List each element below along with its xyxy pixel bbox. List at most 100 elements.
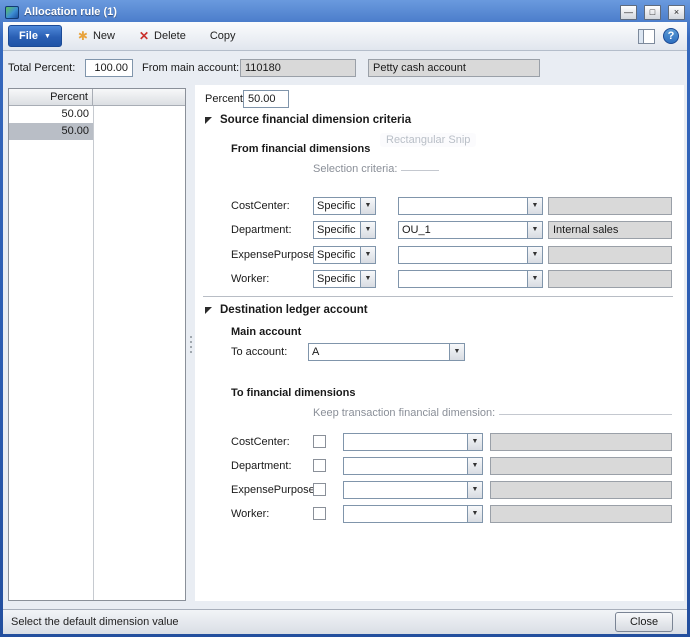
delete-button-label: Delete — [154, 30, 186, 42]
content-area: Total Percent: 100.00 From main account:… — [3, 51, 687, 609]
source-dim-label: Department: — [231, 221, 292, 239]
grid-cell-blank[interactable] — [93, 123, 185, 140]
minimize-button[interactable]: — — [620, 5, 637, 20]
close-window-button[interactable]: × — [668, 5, 685, 20]
keep-dimension-checkbox[interactable] — [313, 507, 326, 520]
new-icon: ✱ — [78, 30, 88, 42]
chevron-down-icon[interactable]: ▼ — [527, 247, 542, 263]
source-criteria-select[interactable]: Specific ▼ — [313, 197, 376, 215]
source-criteria-select[interactable]: Specific ▼ — [313, 221, 376, 239]
app-body: File ▼ ✱ New ✕ Delete Copy ? Total Perce… — [3, 22, 687, 634]
chevron-down-icon[interactable]: ▼ — [360, 271, 375, 287]
source-display-field — [548, 197, 672, 215]
copy-button-label: Copy — [210, 30, 236, 42]
keep-dimension-checkbox[interactable] — [313, 435, 326, 448]
dest-dim-label: Worker: — [231, 505, 269, 523]
keep-dimension-checkbox[interactable] — [313, 483, 326, 496]
source-value-combo[interactable]: ▼ — [398, 270, 543, 288]
dest-display-field — [490, 457, 672, 475]
grid-column-header-percent[interactable]: Percent — [9, 89, 93, 106]
source-display-field: Internal sales — [548, 221, 672, 239]
source-dim-label: ExpensePurpose: — [231, 246, 318, 264]
chevron-down-icon[interactable]: ▼ — [449, 344, 464, 360]
dest-display-field — [490, 433, 672, 451]
chevron-down-icon[interactable]: ▼ — [527, 271, 542, 287]
selection-criteria-label: Selection criteria: — [313, 163, 397, 175]
toolbar: File ▼ ✱ New ✕ Delete Copy ? — [3, 22, 687, 51]
grid-column-divider — [93, 106, 94, 600]
total-percent-label: Total Percent: — [8, 59, 75, 77]
collapse-triangle-icon — [205, 307, 212, 314]
title-bar: Allocation rule (1) — □ × — [3, 2, 687, 22]
selection-criteria-group: Selection criteria: — [313, 157, 439, 175]
percent-label: Percent: — [205, 90, 246, 108]
window-title: Allocation rule (1) — [24, 6, 613, 18]
source-section-title: Source financial dimension criteria — [220, 114, 411, 126]
source-display-field — [548, 246, 672, 264]
dest-value-combo[interactable]: ▼ — [343, 505, 483, 523]
source-dim-label: CostCenter: — [231, 197, 290, 215]
panel-splitter[interactable] — [187, 88, 194, 601]
delete-button[interactable]: ✕ Delete — [131, 24, 194, 48]
grid-header: Percent — [9, 89, 185, 106]
chevron-down-icon[interactable]: ▼ — [360, 247, 375, 263]
to-financial-dimensions-label: To financial dimensions — [231, 384, 355, 402]
new-button-label: New — [93, 30, 115, 42]
percent-grid: Percent 50.00 50.00 — [8, 88, 186, 601]
status-bar: Select the default dimension value Close — [3, 609, 687, 634]
keep-transaction-group: Keep transaction financial dimension: — [313, 401, 672, 419]
to-account-label: To account: — [231, 343, 287, 361]
delete-icon: ✕ — [139, 30, 149, 42]
percent-field[interactable]: 50.00 — [243, 90, 289, 108]
source-section-header[interactable]: Source financial dimension criteria — [205, 114, 411, 126]
chevron-down-icon[interactable]: ▼ — [467, 458, 482, 474]
layout-icon[interactable] — [638, 29, 655, 44]
chevron-down-icon[interactable]: ▼ — [527, 198, 542, 214]
grid-cell-percent[interactable]: 50.00 — [9, 123, 93, 140]
to-account-combo[interactable]: A ▼ — [308, 343, 465, 361]
copy-button[interactable]: Copy — [202, 24, 244, 48]
dest-value-combo[interactable]: ▼ — [343, 457, 483, 475]
source-value-combo[interactable]: ▼ — [398, 246, 543, 264]
chevron-down-icon[interactable]: ▼ — [527, 222, 542, 238]
chevron-down-icon[interactable]: ▼ — [467, 506, 482, 522]
from-main-account-field: 110180 — [240, 59, 356, 77]
source-dim-label: Worker: — [231, 270, 269, 288]
destination-section-header[interactable]: Destination ledger account — [205, 304, 368, 316]
snip-watermark: Rectangular Snip — [380, 133, 476, 147]
dest-display-field — [490, 481, 672, 499]
toolbar-right: ? — [638, 28, 679, 44]
grid-cell-blank[interactable] — [93, 106, 185, 123]
source-value-combo[interactable]: ▼ — [398, 197, 543, 215]
dest-dim-label: Department: — [231, 457, 292, 475]
grid-row-selected[interactable]: 50.00 — [9, 123, 185, 140]
dest-value-combo[interactable]: ▼ — [343, 433, 483, 451]
grid-column-header-blank[interactable] — [93, 89, 185, 106]
new-button[interactable]: ✱ New — [70, 24, 123, 48]
chevron-down-icon: ▼ — [44, 33, 51, 40]
file-menu-button[interactable]: File ▼ — [8, 25, 62, 47]
grid-row[interactable]: 50.00 — [9, 106, 185, 123]
source-value-combo[interactable]: OU_1 ▼ — [398, 221, 543, 239]
keep-dimension-checkbox[interactable] — [313, 459, 326, 472]
from-financial-dimensions-label: From financial dimensions — [231, 140, 370, 158]
keep-transaction-label: Keep transaction financial dimension: — [313, 407, 495, 419]
grid-cell-percent[interactable]: 50.00 — [9, 106, 93, 123]
maximize-button[interactable]: □ — [644, 5, 661, 20]
file-menu-label: File — [19, 30, 38, 42]
total-percent-field[interactable]: 100.00 — [85, 59, 133, 77]
source-criteria-select[interactable]: Specific ▼ — [313, 246, 376, 264]
source-criteria-select[interactable]: Specific ▼ — [313, 270, 376, 288]
chevron-down-icon[interactable]: ▼ — [360, 198, 375, 214]
close-button[interactable]: Close — [615, 612, 673, 632]
chevron-down-icon[interactable]: ▼ — [467, 434, 482, 450]
chevron-down-icon[interactable]: ▼ — [467, 482, 482, 498]
chevron-down-icon[interactable]: ▼ — [360, 222, 375, 238]
help-button[interactable]: ? — [663, 28, 679, 44]
destination-section-title: Destination ledger account — [220, 304, 368, 316]
collapse-triangle-icon — [205, 117, 212, 124]
dest-value-combo[interactable]: ▼ — [343, 481, 483, 499]
dest-dim-label: ExpensePurpose: — [231, 481, 318, 499]
dest-dim-label: CostCenter: — [231, 433, 290, 451]
dest-display-field — [490, 505, 672, 523]
